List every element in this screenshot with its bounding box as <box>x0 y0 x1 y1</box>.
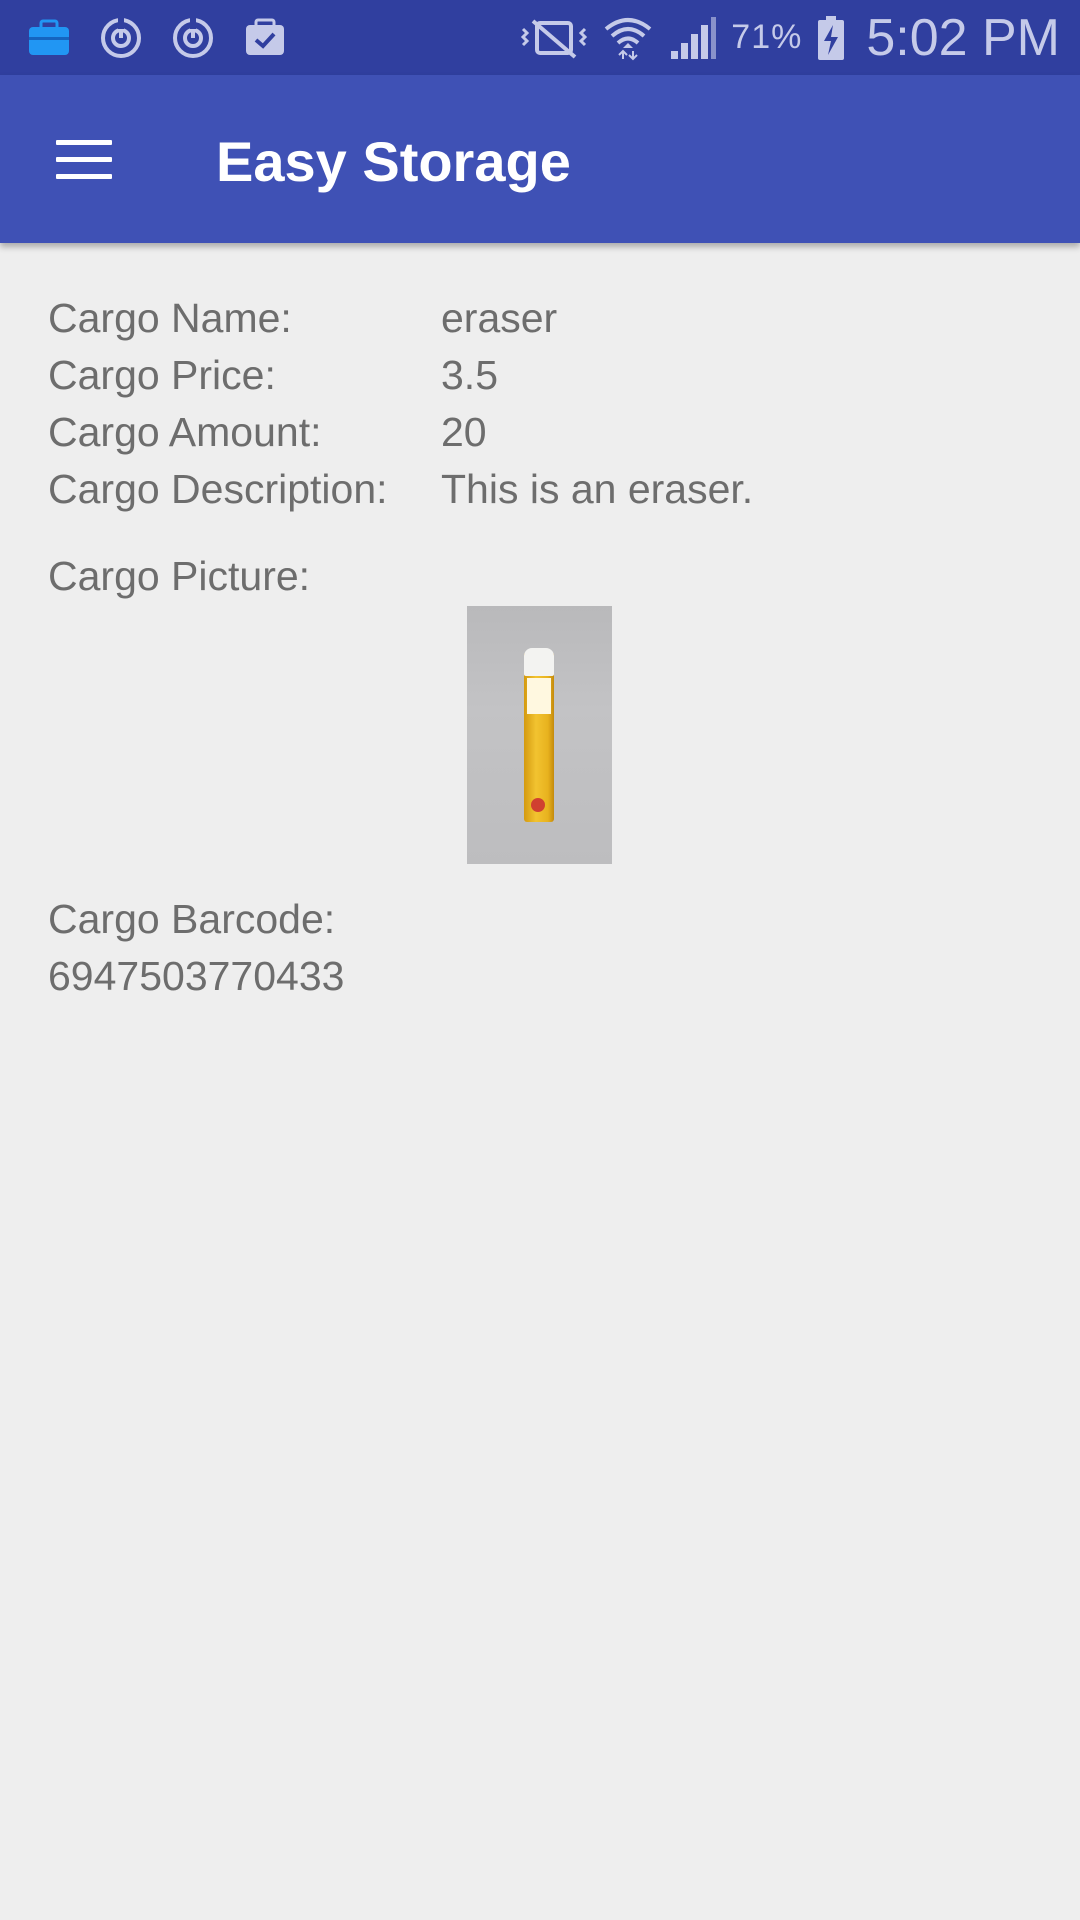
eraser-image-label <box>527 678 551 714</box>
cargo-price-value: 3.5 <box>441 352 498 398</box>
status-bar: 71% 5:02 PM <box>0 0 1080 75</box>
cargo-amount-label: Cargo Amount: <box>48 409 322 455</box>
eraser-image-mark <box>531 798 545 812</box>
cargo-picture-label: Cargo Picture: <box>48 553 311 599</box>
signal-icon <box>671 16 717 59</box>
eraser-image-cap <box>524 648 554 676</box>
app-bar: Easy Storage <box>0 75 1080 243</box>
cargo-barcode-value: 6947503770433 <box>48 953 345 999</box>
cargo-amount-value: 20 <box>441 409 487 455</box>
sync-icon <box>173 17 213 58</box>
cargo-description-label: Cargo Description: <box>48 466 388 512</box>
notification-icons <box>26 12 288 64</box>
cargo-name-label: Cargo Name: <box>48 295 292 341</box>
hamburger-menu-icon[interactable] <box>40 119 128 199</box>
battery-percent: 71% <box>731 18 803 56</box>
battery-charging-icon <box>818 15 845 60</box>
clipboard-check-icon <box>246 18 284 55</box>
cargo-price-row: Cargo Price: 3.5 <box>48 347 1048 404</box>
cargo-details: Cargo Name: eraser Cargo Price: 3.5 Carg… <box>48 290 1048 518</box>
wifi-icon <box>605 17 652 60</box>
cargo-picture[interactable] <box>467 606 612 864</box>
menu-line <box>56 139 112 145</box>
app-title: Easy Storage <box>216 130 571 193</box>
vibrate-mute-icon <box>521 18 588 59</box>
system-status-icons: 71% 5:02 PM <box>519 0 1060 75</box>
menu-line <box>56 156 112 162</box>
menu-line <box>56 173 112 179</box>
cargo-amount-row: Cargo Amount: 20 <box>48 404 1048 461</box>
cargo-name-value: eraser <box>441 295 558 341</box>
cargo-description-value: This is an eraser. <box>441 466 754 512</box>
clock: 5:02 PM <box>866 8 1060 67</box>
cargo-description-row: Cargo Description: This is an eraser. <box>48 461 1048 518</box>
sync-icon <box>101 17 141 58</box>
cargo-name-row: Cargo Name: eraser <box>48 290 1048 347</box>
cargo-barcode-label: Cargo Barcode: <box>48 896 336 942</box>
briefcase-icon <box>29 19 69 55</box>
cargo-price-label: Cargo Price: <box>48 352 276 398</box>
